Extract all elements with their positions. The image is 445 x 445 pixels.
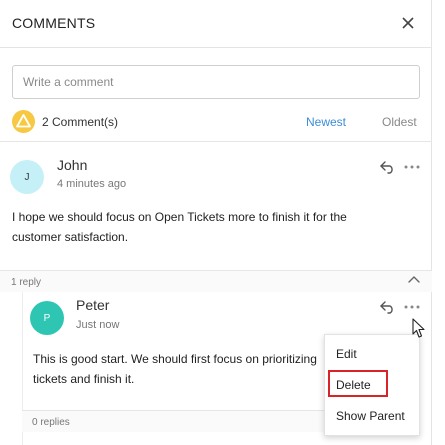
sort-oldest-button[interactable]: Oldest (382, 115, 417, 129)
close-icon[interactable] (398, 13, 418, 33)
reply-author: Peter (76, 297, 110, 313)
comment-input-wrapper (12, 65, 420, 99)
avatar: J (10, 160, 44, 194)
divider (0, 141, 432, 142)
reply-text: This is good start. We should first focu… (33, 352, 317, 386)
comment-text: I hope we should focus on Open Tickets m… (12, 210, 347, 244)
chevron-up-icon[interactable] (408, 275, 420, 285)
reply-toggle-row[interactable]: 0 replies (22, 410, 324, 432)
context-menu: Edit Delete Show Parent (324, 334, 420, 436)
panel-header: COMMENTS (0, 0, 432, 48)
sort-newest-button[interactable]: Newest (306, 115, 346, 129)
reply-icon[interactable] (379, 160, 397, 174)
reply-count: 1 reply (11, 277, 42, 288)
reply-time: Just now (76, 319, 120, 331)
menu-item-show-parent[interactable]: Show Parent (325, 403, 421, 429)
page-title: COMMENTS (12, 15, 96, 31)
comment-count: 2 Comment(s) (42, 115, 119, 129)
comment-input[interactable] (13, 66, 419, 98)
warning-icon (12, 110, 35, 133)
mouse-cursor-icon (412, 318, 425, 338)
menu-item-delete[interactable]: Delete (325, 372, 421, 398)
comment-time: 4 minutes ago (57, 178, 127, 190)
avatar: P (30, 301, 64, 335)
comment-author: John (57, 157, 88, 173)
more-horizontal-icon[interactable] (403, 160, 421, 174)
reply-count: 0 replies (32, 417, 70, 428)
reply-icon[interactable] (379, 300, 397, 314)
menu-item-edit[interactable]: Edit (325, 341, 421, 367)
reply-toggle-row[interactable]: 1 reply (0, 270, 432, 292)
more-horizontal-icon[interactable] (403, 300, 421, 314)
comment-summary: 2 Comment(s) Newest Oldest (12, 110, 420, 134)
